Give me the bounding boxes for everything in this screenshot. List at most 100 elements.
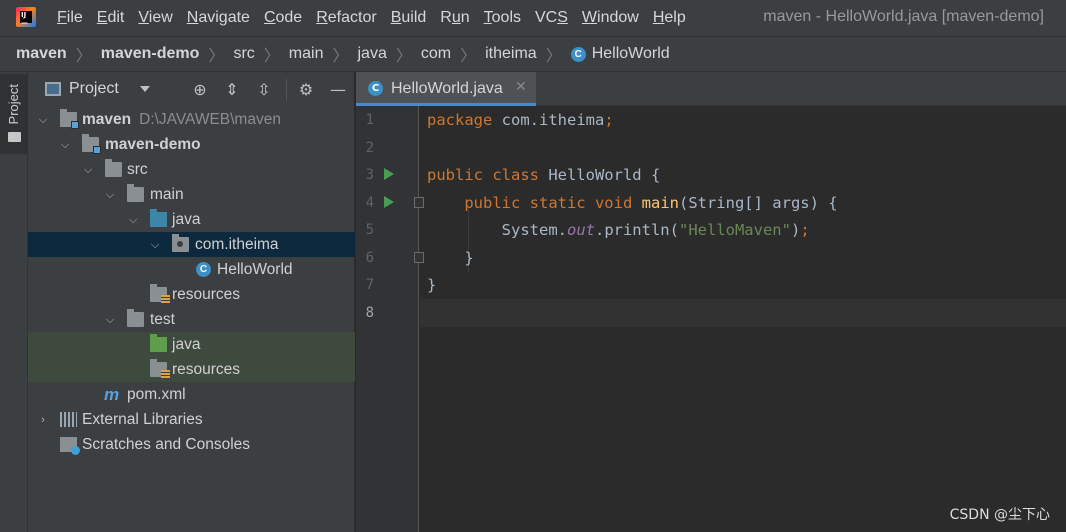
tree-row-label: java — [172, 210, 201, 228]
breadcrumb-item[interactable]: java — [357, 45, 386, 63]
chevron-down-icon[interactable]: ⌵ — [127, 214, 139, 226]
tree-row-label: maven-demo — [105, 135, 201, 153]
libraries-icon — [60, 412, 77, 427]
tree-row-src[interactable]: ⌵ src — [28, 157, 355, 182]
menu-window[interactable]: Window — [582, 9, 639, 27]
breadcrumb-separator: 〉 — [208, 46, 225, 65]
java-class-icon: C — [368, 81, 383, 96]
line-number: 5 — [365, 222, 374, 238]
java-class-icon: C — [196, 262, 211, 277]
breadcrumb-separator: 〉 — [460, 46, 477, 65]
chevron-down-icon[interactable]: ⌵ — [104, 189, 116, 201]
breadcrumb-separator: 〉 — [395, 46, 412, 65]
tree-row-label: maven D:\JAVAWEB\maven — [82, 110, 281, 128]
chevron-down-icon[interactable]: ⌵ — [82, 164, 94, 176]
line-number: 2 — [365, 140, 374, 156]
menu-code[interactable]: Code — [264, 9, 302, 27]
locate-target-icon[interactable]: ⊕ — [190, 80, 210, 100]
tree-row-test-resources[interactable]: resources — [28, 357, 355, 382]
menu-run[interactable]: Run — [440, 9, 469, 27]
scratches-icon — [60, 437, 80, 455]
collapse-all-icon[interactable]: ⇳ — [254, 80, 274, 100]
chevron-down-icon[interactable] — [140, 86, 150, 92]
tree-row-label: HelloWorld — [217, 260, 293, 278]
breadcrumb: maven 〉 maven-demo 〉 src 〉 main 〉 java 〉… — [0, 36, 1066, 72]
chevron-down-icon[interactable]: ⌵ — [37, 114, 49, 126]
breadcrumb-separator: 〉 — [75, 46, 92, 65]
tree-row-main[interactable]: ⌵ main — [28, 182, 355, 207]
chevron-down-icon[interactable]: ⌵ — [104, 314, 116, 326]
code-line-6: } — [427, 249, 474, 267]
menu-vcs[interactable]: VCS — [535, 9, 568, 27]
code-area[interactable]: package com.itheima; public class HelloW… — [420, 106, 1066, 532]
breadcrumb-separator: 〉 — [263, 46, 280, 65]
menu-refactor[interactable]: Refactor — [316, 9, 376, 27]
breadcrumb-item[interactable]: maven — [16, 45, 67, 63]
menu-bar: File Edit View Navigate Code Refactor Bu… — [57, 0, 700, 36]
code-line-1: package com.itheima; — [427, 111, 614, 129]
tree-row-external-libraries[interactable]: › External Libraries — [28, 407, 355, 432]
menu-help[interactable]: Help — [653, 9, 686, 27]
title-bar: IJ — File Edit View Navigate Code Refacto… — [0, 0, 1066, 36]
line-number-current: 8 — [365, 305, 374, 321]
hide-panel-icon[interactable]: — — [328, 80, 348, 100]
resources-folder-icon — [150, 284, 170, 304]
editor: C HelloWorld.java ✕ 1 2 3 4 5 6 7 8 pack… — [356, 72, 1066, 532]
code-line-3: public class HelloWorld { — [427, 166, 661, 184]
menu-navigate[interactable]: Navigate — [187, 9, 250, 27]
tree-row-main-resources[interactable]: resources — [28, 282, 355, 307]
breadcrumb-item[interactable]: itheima — [485, 45, 537, 63]
module-folder-icon — [82, 134, 101, 154]
tree-row-test[interactable]: ⌵ test — [28, 307, 355, 332]
breadcrumb-separator: 〉 — [545, 46, 562, 65]
run-icon[interactable] — [384, 168, 394, 180]
maven-file-icon: m — [104, 385, 120, 404]
chevron-down-icon[interactable]: ⌵ — [149, 239, 161, 251]
tree-row-main-java[interactable]: ⌵ java — [28, 207, 355, 232]
breadcrumb-item[interactable]: C HelloWorld — [570, 45, 670, 63]
tree-row-label: com.itheima — [195, 235, 279, 253]
tree-row-label: test — [150, 310, 175, 328]
tree-row-package[interactable]: ⌵ com.itheima — [28, 232, 355, 257]
intellij-logo-icon[interactable]: IJ — — [16, 7, 36, 27]
java-class-icon: C — [570, 46, 586, 62]
line-number: 1 — [365, 112, 374, 128]
editor-gutter: 1 2 3 4 5 6 7 8 — [356, 106, 424, 532]
chevron-down-icon[interactable]: ⌵ — [59, 139, 71, 151]
code-line-7: } — [427, 276, 437, 294]
menu-edit[interactable]: Edit — [97, 9, 125, 27]
expand-all-icon[interactable]: ⇕ — [222, 80, 242, 100]
breadcrumb-item[interactable]: main — [289, 45, 324, 63]
tree-row-helloworld[interactable]: C HelloWorld — [28, 257, 355, 282]
tree-row-test-java[interactable]: java — [28, 332, 355, 357]
tree-row-label: main — [150, 185, 184, 203]
tree-row-scratches[interactable]: Scratches and Consoles — [28, 432, 355, 457]
tab-helloworld-java[interactable]: C HelloWorld.java ✕ — [356, 72, 536, 106]
tree-row-pom[interactable]: m pom.xml — [28, 382, 355, 407]
menu-build[interactable]: Build — [391, 9, 427, 27]
project-panel-title[interactable]: Project — [69, 80, 119, 98]
menu-file[interactable]: File — [57, 9, 83, 27]
left-tool-strip: Project — [0, 72, 28, 532]
tree-row-maven-demo[interactable]: ⌵ maven-demo — [28, 132, 355, 157]
run-icon[interactable] — [384, 196, 394, 208]
test-source-folder-icon — [150, 334, 167, 352]
breadcrumb-item[interactable]: maven-demo — [101, 45, 200, 63]
menu-tools[interactable]: Tools — [484, 9, 521, 27]
menu-view[interactable]: View — [138, 9, 172, 27]
close-icon[interactable]: ✕ — [515, 79, 527, 95]
breadcrumb-item[interactable]: com — [421, 45, 451, 63]
gear-icon[interactable]: ⚙ — [296, 80, 316, 100]
folder-icon — [127, 184, 144, 202]
breadcrumb-item-label: HelloWorld — [591, 45, 670, 62]
line-number: 3 — [365, 167, 374, 183]
breadcrumb-item[interactable]: src — [233, 45, 254, 63]
project-tool-tab[interactable]: Project — [0, 74, 28, 154]
current-line-highlight — [420, 299, 1066, 327]
tree-row-maven[interactable]: ⌵ maven D:\JAVAWEB\maven — [28, 107, 355, 132]
chevron-right-icon[interactable]: › — [37, 414, 49, 426]
folder-icon — [127, 309, 144, 327]
line-number: 7 — [365, 277, 374, 293]
tree-row-label: pom.xml — [127, 385, 186, 403]
code-line-5: System.out.println("HelloMaven"); — [427, 221, 810, 239]
